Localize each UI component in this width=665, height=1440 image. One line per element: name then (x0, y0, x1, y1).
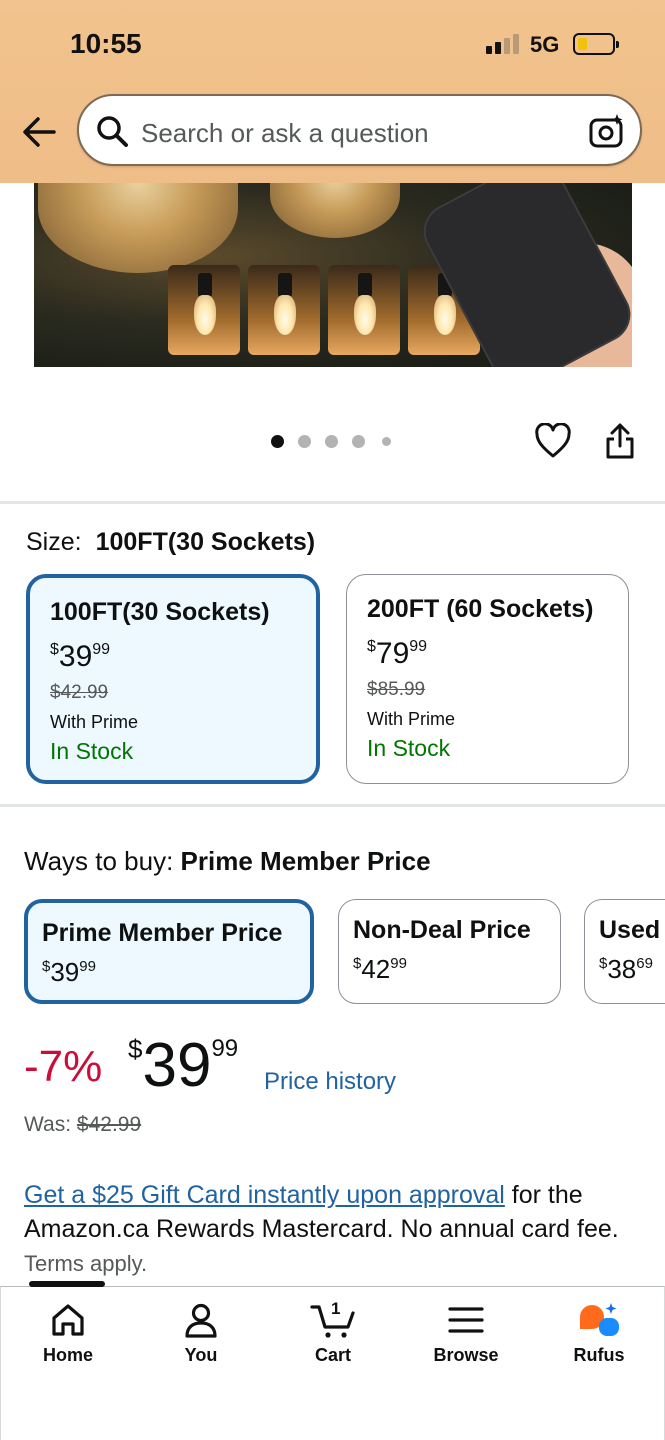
nav-browse[interactable]: Browse (411, 1301, 521, 1381)
carousel-dot[interactable] (298, 435, 311, 448)
search-input[interactable]: Search or ask a question (141, 118, 429, 149)
size-option-title: 200FT (60 Sockets) (367, 595, 594, 623)
product-image[interactable] (34, 183, 632, 367)
main-price: $3999 (128, 1031, 239, 1100)
ways-to-buy-label-text: Ways to buy: (24, 846, 174, 876)
buy-option-price: $4299 (353, 954, 407, 984)
size-option-prime: With Prime (50, 712, 139, 732)
terms-text[interactable]: Terms apply. (24, 1251, 147, 1276)
heart-icon[interactable] (534, 422, 572, 459)
buy-option-prime-member[interactable]: Prime Member Price $3999 (24, 899, 314, 1004)
active-tab-indicator (29, 1281, 105, 1287)
carousel-dot[interactable] (271, 435, 284, 448)
battery-icon (573, 33, 619, 55)
size-label-text: Size: (26, 528, 82, 556)
buy-option-title: Prime Member Price (42, 919, 283, 947)
size-option-prime: With Prime (367, 709, 456, 729)
back-arrow-icon[interactable] (20, 112, 60, 152)
home-icon (52, 1304, 84, 1336)
size-option-stock: In Stock (367, 735, 451, 761)
size-option-title: 100FT(30 Sockets) (50, 598, 270, 626)
bulb-image (38, 183, 238, 273)
nav-rufus[interactable]: Rufus (544, 1301, 654, 1381)
carousel-dot[interactable] (325, 435, 338, 448)
size-option-stock: In Stock (50, 738, 134, 764)
buy-option-used[interactable]: Used $3869 (584, 899, 665, 1004)
was-price: Was: $42.99 (24, 1113, 142, 1136)
rufus-icon (580, 1303, 619, 1336)
promo-text: Get a $25 Gift Card instantly upon appro… (24, 1178, 624, 1281)
signal-icon (486, 34, 520, 54)
nav-cart-label: Cart (314, 1345, 351, 1365)
buy-option-non-deal[interactable]: Non-Deal Price $4299 (338, 899, 561, 1004)
size-selected-value: 100FT(30 Sockets) (95, 528, 316, 556)
network-type: 5G (530, 32, 560, 57)
ways-to-buy-selected: Prime Member Price (180, 846, 431, 876)
nav-browse-label: Browse (433, 1345, 499, 1365)
camera-search-icon[interactable] (588, 112, 626, 150)
discount-percent: -7% (24, 1042, 103, 1091)
nav-rufus-label: Rufus (573, 1345, 625, 1365)
gift-card-link[interactable]: Get a $25 Gift Card instantly upon appro… (24, 1181, 505, 1209)
size-option-100ft[interactable]: 100FT(30 Sockets) $3999 $42.99 With Prim… (26, 574, 320, 784)
nav-you[interactable]: You (146, 1301, 256, 1381)
app-header: 10:55 5G Search or ask a question (0, 0, 665, 183)
nav-home[interactable]: Home (13, 1301, 123, 1381)
cart-count-badge: 1 (331, 1299, 341, 1318)
bulb-thumbnail (248, 265, 320, 355)
nav-home-label: Home (42, 1345, 93, 1365)
nav-cart[interactable]: 1 Cart (278, 1299, 388, 1381)
size-option-price: $3999 (50, 640, 111, 673)
buy-option-title: Used (599, 916, 661, 944)
ways-to-buy-label: Ways to buy: Prime Member Price (24, 846, 431, 877)
bulb-thumbnail (328, 265, 400, 355)
share-icon[interactable] (604, 422, 636, 460)
price-history-link[interactable]: Price history (264, 1068, 396, 1096)
carousel-dot[interactable] (352, 435, 365, 448)
size-label: Size: 100FT(30 Sockets) (26, 528, 315, 557)
status-time: 10:55 (70, 28, 142, 59)
nav-you-label: You (184, 1345, 218, 1365)
divider (0, 501, 665, 504)
person-icon (185, 1303, 217, 1338)
buy-option-price: $3869 (599, 954, 653, 984)
bulb-thumbnail (168, 265, 240, 355)
buy-option-price: $3999 (42, 957, 96, 987)
bottom-nav: Home You 1 Cart Browse Rufus (0, 1281, 665, 1440)
menu-icon (448, 1307, 484, 1333)
size-option-was-price: $42.99 (50, 682, 109, 703)
buy-option-title: Non-Deal Price (353, 916, 531, 944)
search-bar[interactable]: Search or ask a question (77, 94, 642, 166)
size-option-price: $7999 (367, 637, 428, 670)
size-option-200ft[interactable]: 200FT (60 Sockets) $7999 $85.99 With Pri… (346, 574, 629, 784)
search-icon (95, 114, 129, 148)
divider (0, 804, 665, 807)
carousel-dot[interactable] (382, 437, 391, 446)
size-option-was-price: $85.99 (367, 679, 426, 700)
bulb-image (270, 183, 400, 238)
